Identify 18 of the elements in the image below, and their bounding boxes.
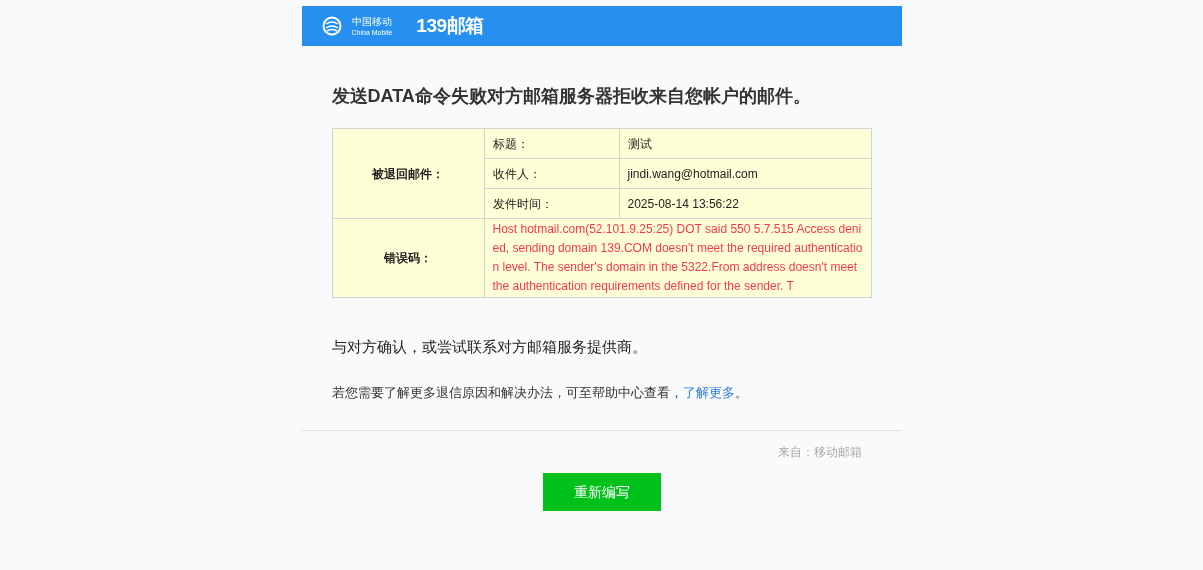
error-code-label: 错误码： bbox=[384, 251, 432, 265]
field-label: 标题： bbox=[492, 136, 529, 151]
rewrite-button[interactable]: 重新编写 bbox=[542, 473, 661, 511]
field-value: 2025-08-14 13:56:22 bbox=[627, 196, 739, 211]
bounced-mail-label: 被退回邮件： bbox=[372, 166, 444, 181]
field-label: 发件时间： bbox=[492, 196, 553, 211]
product-name: 139邮箱 bbox=[416, 13, 484, 38]
learn-more-link[interactable]: 了解更多 bbox=[682, 384, 735, 400]
advice-text: 与对方确认，或尝试联系对方邮箱服务提供商。 bbox=[331, 337, 648, 357]
logo-icon bbox=[321, 16, 342, 36]
error-message: Host hotmail.com(52.101.9.25:25) DOT said 550 5.7.515 Access denied, sending domain 139.COM doesn't meet the required authentication level. The sender's domain in the 5322.From address doesn't meet the authentication requirements defined for the sender. T bbox=[492, 221, 863, 295]
page-title: 发送DATA命令失败对方邮箱服务器拒收来自您帐户的邮件。 bbox=[331, 85, 812, 108]
field-label: 收件人： bbox=[492, 166, 541, 181]
field-value: 测试 bbox=[627, 136, 652, 151]
field-value: jindi.wang@hotmail.com bbox=[627, 166, 758, 181]
source-text: 来自：移动邮箱 bbox=[777, 444, 862, 461]
brand-name: 中国移动 bbox=[351, 16, 393, 27]
help-text: 若您需要了解更多退信原因和解决办法，可至帮助中心查看，了解更多。 bbox=[331, 383, 749, 402]
